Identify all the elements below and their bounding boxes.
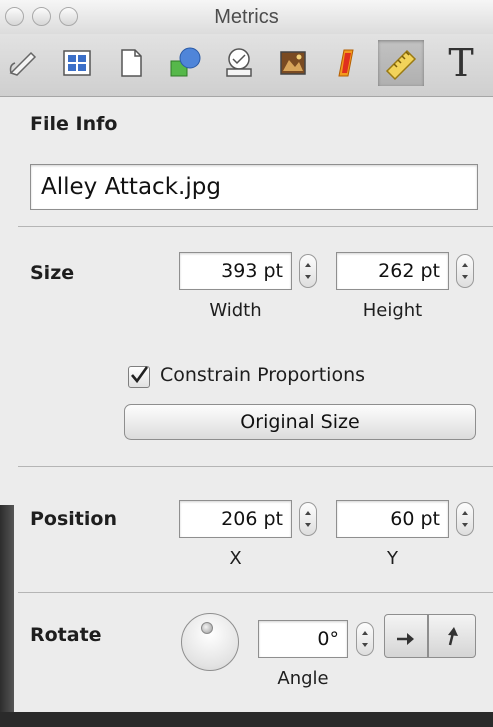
- y-position-field[interactable]: 60 pt: [336, 500, 449, 538]
- checkmark-icon: [131, 366, 149, 384]
- text-color-icon: [338, 49, 354, 77]
- file-info-label: File Info: [30, 113, 118, 135]
- image-inspector-button[interactable]: [270, 40, 316, 86]
- angle-caption: Angle: [277, 668, 329, 689]
- size-label: Size: [30, 262, 75, 284]
- window-title: Metrics: [214, 6, 279, 28]
- height-caption: Height: [362, 300, 423, 321]
- mail-merge-icon: [226, 48, 252, 77]
- text-inspector-button[interactable]: T: [438, 40, 484, 86]
- width-caption: Width: [209, 300, 262, 321]
- shape-inspector-button[interactable]: [162, 40, 208, 86]
- divider: [18, 466, 493, 467]
- page-inspector-button[interactable]: [108, 40, 154, 86]
- width-field[interactable]: 393 pt: [179, 252, 292, 290]
- layout-inspector-button[interactable]: [54, 40, 100, 86]
- rotation-indicator-icon: [201, 622, 213, 634]
- metrics-ruler-icon: [385, 49, 417, 81]
- document-inspector-button[interactable]: [0, 40, 46, 86]
- text-inspector-icon: T: [448, 41, 474, 85]
- position-label: Position: [30, 508, 117, 530]
- height-field[interactable]: 262 pt: [336, 252, 449, 290]
- shape-inspector-icon: [170, 47, 201, 77]
- document-inspector-icon: [9, 51, 37, 76]
- rotation-knob[interactable]: [181, 613, 239, 671]
- angle-field[interactable]: 0°: [258, 620, 348, 658]
- filename-field[interactable]: Alley Attack.jpg: [30, 164, 478, 210]
- constrain-proportions-label[interactable]: Constrain Proportions: [160, 364, 365, 386]
- flip-horizontal-button[interactable]: [384, 614, 428, 658]
- divider: [18, 226, 493, 227]
- height-stepper[interactable]: [456, 254, 474, 288]
- constrain-proportions-checkbox[interactable]: [128, 366, 150, 388]
- mail-merge-button[interactable]: [216, 40, 262, 86]
- y-caption: Y: [387, 548, 398, 569]
- x-caption: X: [229, 548, 242, 569]
- flip-vertical-icon: [448, 627, 458, 646]
- flip-vertical-button[interactable]: [428, 614, 476, 658]
- metrics-inspector-button[interactable]: [378, 40, 424, 86]
- divider: [18, 592, 493, 593]
- rotate-label: Rotate: [30, 624, 102, 646]
- title-bar: Metrics: [0, 0, 493, 34]
- text-color-button[interactable]: [324, 40, 370, 86]
- window-bottom-edge: [0, 712, 493, 727]
- width-stepper[interactable]: [299, 254, 317, 288]
- layout-inspector-icon: [63, 50, 91, 76]
- x-position-field[interactable]: 206 pt: [179, 500, 292, 538]
- x-position-stepper[interactable]: [299, 502, 317, 536]
- y-position-stepper[interactable]: [456, 502, 474, 536]
- page-inspector-icon: [121, 49, 142, 77]
- flip-horizontal-icon: [397, 633, 414, 645]
- metrics-inspector-window: Metrics T File Info Alley Attack.jpg Siz…: [0, 0, 493, 727]
- inspector-toolbar: T: [0, 34, 493, 97]
- original-size-button[interactable]: Original Size: [124, 404, 476, 440]
- background-edge: [0, 505, 14, 712]
- image-inspector-icon: [280, 51, 306, 75]
- angle-stepper[interactable]: [356, 622, 374, 656]
